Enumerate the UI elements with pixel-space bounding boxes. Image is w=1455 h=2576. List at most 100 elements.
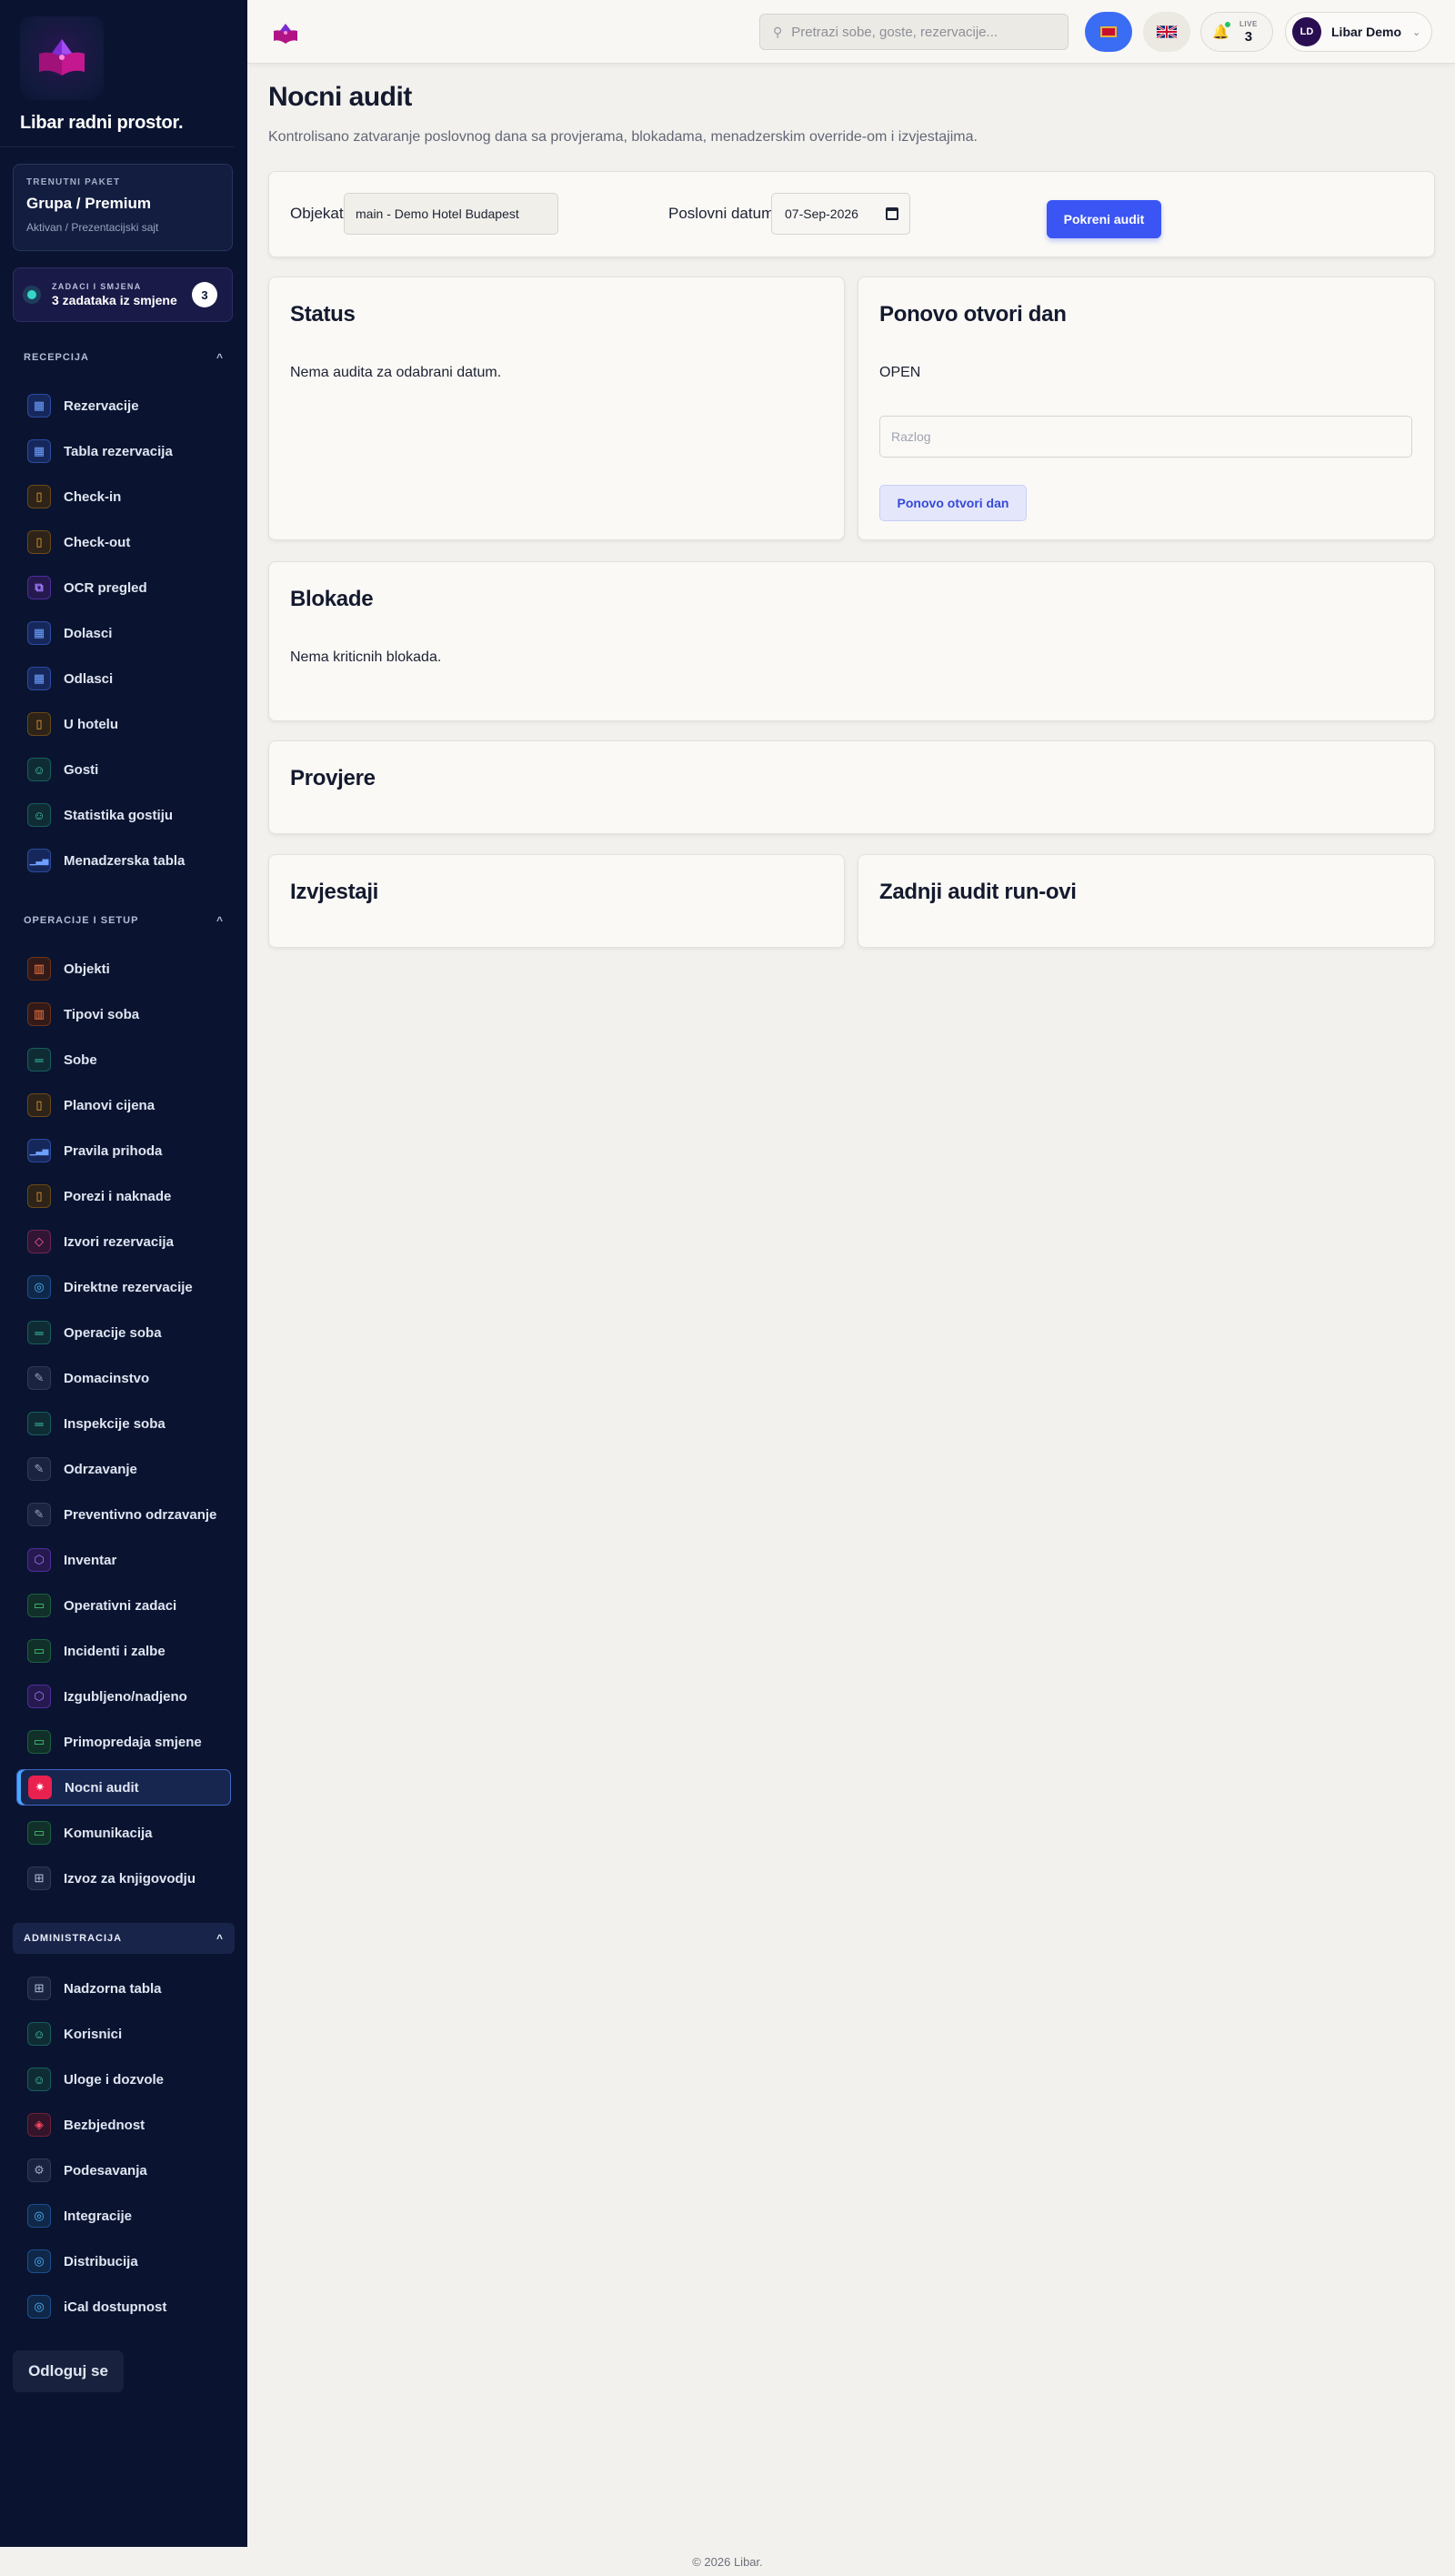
brand-name: Libar radni prostor. [20,113,184,133]
sidebar-item-u-hotelu[interactable]: ▯ U hotelu [16,706,231,742]
sidebar-item-inspekcije-soba[interactable]: ═ Inspekcije soba [16,1405,231,1442]
sidebar-item-odlasci[interactable]: ▦ Odlasci [16,660,231,697]
globe-icon: ◎ [27,1275,51,1299]
tasks-kicker: ZADACI I SMJENA [52,282,142,291]
sidebar-item-label: Incidenti i zalbe [64,1643,166,1659]
blocks-card: Blokade Nema kriticnih blokada. [268,561,1435,721]
gear-icon: ⚙ [27,2158,51,2182]
sidebar-item-primopredaja-smjene[interactable]: ▭ Primopredaja smjene [16,1724,231,1760]
footer: © 2026 Libar. [692,2555,763,2569]
sidebar-item-komunikacija[interactable]: ▭ Komunikacija [16,1815,231,1851]
sidebar-item-label: Porezi i naknade [64,1188,172,1204]
sidebar-item-odrzavanje[interactable]: ✎ Odrzavanje [16,1451,231,1487]
sidebar-item-dolasci[interactable]: ▦ Dolasci [16,615,231,651]
language-me-button[interactable] [1085,12,1132,52]
plan-kicker: TRENUTNI PAKET [26,177,121,187]
sidebar-item-izvori-rezervacija[interactable]: ◇ Izvori rezervacija [16,1223,231,1260]
sidebar-item-rezervacije[interactable]: ▦ Rezervacije [16,387,231,424]
sidebar-item-label: Objekti [64,961,110,977]
sidebar-item-izvoz-za-knjigovodju[interactable]: ⊞ Izvoz za knjigovodju [16,1860,231,1897]
sidebar-item-label: Tabla rezervacija [64,443,173,459]
sidebar-item-podesavanja[interactable]: ⚙ Podesavanja [16,2152,231,2189]
logout-button[interactable]: Odloguj se [13,2350,124,2392]
sidebar-item-tabla-rezervacija[interactable]: ▦ Tabla rezervacija [16,433,231,469]
chevron-up-icon: ^ [216,1932,224,1945]
grid-icon: ⊞ [27,1867,51,1890]
plan-card[interactable]: TRENUTNI PAKET Grupa / Premium Aktivan /… [13,164,233,251]
sidebar-item-preventivno-odrzavanje[interactable]: ✎ Preventivno odrzavanje [16,1496,231,1533]
sidebar-item-label: Preventivno odrzavanje [64,1506,217,1523]
business-date-input[interactable]: 07-Sep-2026 [771,193,910,235]
shift-tasks-card[interactable]: ZADACI I SMJENA 3 zadataka iz smjene 3 [13,267,233,322]
sidebar-item-statistika-gostiju[interactable]: ☺ Statistika gostiju [16,797,231,833]
global-search-input[interactable]: ⚲ Pretrazi sobe, goste, rezervacije... [759,14,1069,50]
sidebar-item-tipovi-soba[interactable]: ▥ Tipovi soba [16,996,231,1032]
language-en-button[interactable] [1143,12,1190,52]
sidebar-item-label: Operacije soba [64,1324,162,1341]
user-menu-button[interactable]: LD Libar Demo ⌄ [1285,12,1432,52]
sidebar-item-incidenti-i-zalbe[interactable]: ▭ Incidenti i zalbe [16,1633,231,1669]
business-date-value: 07-Sep-2026 [785,206,858,221]
sidebar-item-korisnici[interactable]: ☺ Korisnici [16,2016,231,2052]
user-icon: ☺ [27,803,51,827]
sidebar-item-direktne-rezervacije[interactable]: ◎ Direktne rezervacije [16,1269,231,1305]
sidebar-item-nadzorna-tabla[interactable]: ⊞ Nadzorna tabla [16,1970,231,2007]
libar-logo-small[interactable] [271,20,300,47]
bar-chart-icon: ▁▃▅ [27,849,51,872]
sidebar-item-nocni-audit[interactable]: ✷ Nocni audit [16,1769,231,1806]
sidebar-item-check-out[interactable]: ▯ Check-out [16,524,231,560]
sidebar-item-label: Nadzorna tabla [64,1980,162,1997]
sidebar-item-gosti[interactable]: ☺ Gosti [16,751,231,788]
sidebar-item-sobe[interactable]: ═ Sobe [16,1041,231,1078]
door-icon: ▯ [27,530,51,554]
sidebar-item-bezbjednost[interactable]: ◈ Bezbjednost [16,2107,231,2143]
sidebar-item-inventar[interactable]: ⬡ Inventar [16,1542,231,1578]
montenegro-flag-icon [1100,26,1117,37]
sidebar-item-operativni-zadaci[interactable]: ▭ Operativni zadaci [16,1587,231,1624]
section-toggle-operacije[interactable]: OPERACIJE I SETUP ^ [13,905,235,936]
sidebar-item-label: Distribucija [64,2253,138,2269]
sidebar-item-pravila-prihoda[interactable]: ▁▃▅ Pravila prihoda [16,1132,231,1169]
sidebar-item-label: Korisnici [64,2026,123,2042]
sidebar-item-label: Menadzerska tabla [64,852,186,869]
sidebar-item-ocr-pregled[interactable]: ⧉ OCR pregled [16,569,231,606]
sidebar-item-uloge-i-dozvole[interactable]: ☺ Uloge i dozvole [16,2061,231,2098]
status-message: Nema audita za odabrani datum. [290,365,502,380]
sidebar-item-izgubljeno-nadjeno[interactable]: ⬡ Izgubljeno/nadjeno [16,1678,231,1715]
sidebar-item-objekti[interactable]: ▥ Objekti [16,951,231,987]
sidebar-item-label: OCR pregled [64,579,147,596]
run-audit-button[interactable]: Pokreni audit [1047,200,1161,238]
calendar-icon: ▦ [27,667,51,690]
recent-runs-title: Zadnji audit run-ovi [879,880,1077,904]
search-icon: ⚲ [773,24,783,39]
user-icon: ☺ [27,758,51,781]
sidebar-item-label: Odlasci [64,670,114,687]
sidebar-item-domacinstvo[interactable]: ✎ Domacinstvo [16,1360,231,1396]
libar-logo[interactable] [20,16,104,100]
checks-card: Provjere [268,740,1435,834]
sidebar-item-planovi-cijena[interactable]: ▯ Planovi cijena [16,1087,231,1123]
calendar-icon: ▦ [27,621,51,645]
chat-icon: ▭ [27,1594,51,1617]
sidebar-item-check-in[interactable]: ▯ Check-in [16,478,231,515]
scan-icon: ⧉ [27,576,51,599]
sidebar-item-ical-dostupnost[interactable]: ◎ iCal dostupnost [16,2289,231,2325]
sidebar-item-label: Bezbjednost [64,2117,146,2133]
sidebar-item-integracije[interactable]: ◎ Integracije [16,2198,231,2234]
reopen-day-button[interactable]: Ponovo otvori dan [879,485,1027,521]
sidebar-item-menadzerska-tabla[interactable]: ▁▃▅ Menadzerska tabla [16,842,231,879]
audit-icon: ✷ [28,1776,52,1799]
sidebar-item-porezi-i-naknade[interactable]: ▯ Porezi i naknade [16,1178,231,1214]
section-toggle-administracija[interactable]: ADMINISTRACIJA ^ [13,1923,235,1954]
sidebar-item-label: Izvoz za knjigovodju [64,1870,196,1887]
calendar-icon[interactable] [886,207,898,220]
object-select[interactable]: main - Demo Hotel Budapest [344,193,558,235]
sidebar-item-operacije-soba[interactable]: ═ Operacije soba [16,1314,231,1351]
sidebar-item-distribucija[interactable]: ◎ Distribucija [16,2243,231,2279]
section-toggle-recepcija[interactable]: RECEPCIJA ^ [13,342,235,373]
reason-input[interactable]: Razlog [879,416,1412,458]
sidebar-item-label: Podesavanja [64,2162,147,2179]
bed-icon: ═ [27,1412,51,1435]
notifications-button[interactable]: 🔔 LIVE 3 [1200,12,1273,52]
door-icon: ▯ [27,485,51,508]
